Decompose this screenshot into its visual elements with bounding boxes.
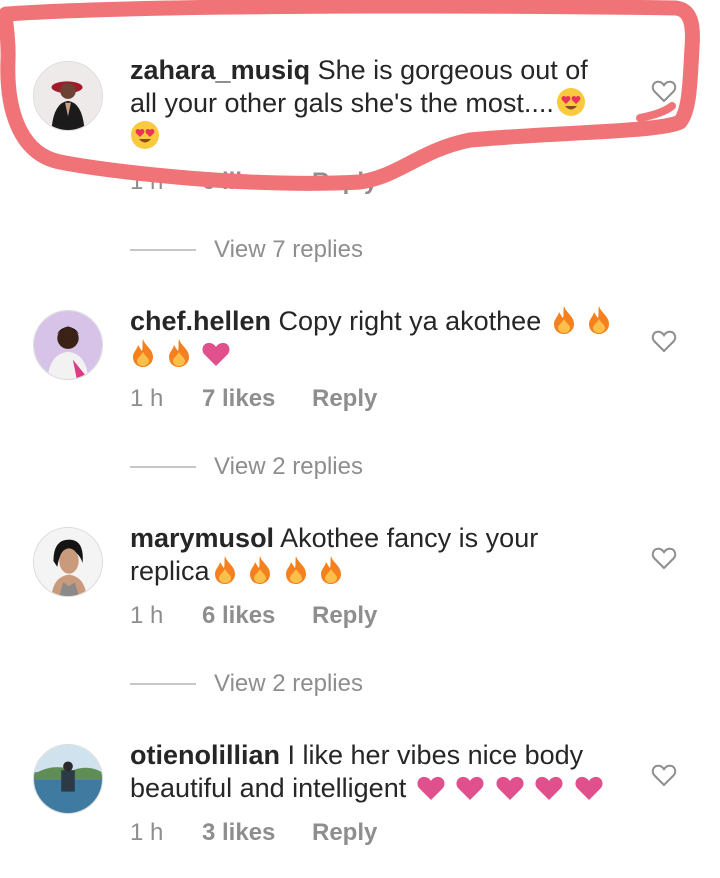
likes-count[interactable]: 6 likes bbox=[202, 602, 312, 630]
comment-time: 1 h bbox=[130, 819, 164, 846]
like-heart-icon[interactable] bbox=[651, 79, 677, 103]
avatar[interactable] bbox=[33, 310, 103, 380]
view-replies-button[interactable]: View 7 replies bbox=[130, 236, 363, 264]
heart-eyes-emoji-icon bbox=[556, 87, 586, 117]
comment-text: chef.hellen Copy right ya akothee bbox=[130, 305, 620, 371]
comment-meta: 1 h 7 likes Reply bbox=[130, 385, 377, 413]
comment-text: marymusol Akothee fancy is your replica bbox=[130, 522, 620, 588]
view-replies-button[interactable]: View 2 replies bbox=[130, 453, 363, 481]
comment-username[interactable]: zahara_musiq bbox=[130, 55, 310, 85]
pink-heart-emoji-icon bbox=[574, 774, 604, 802]
likes-count[interactable]: 6 likes bbox=[202, 168, 312, 196]
pink-heart-emoji-icon bbox=[416, 774, 446, 802]
view-replies-label: View 2 replies bbox=[214, 670, 363, 697]
avatar[interactable] bbox=[33, 744, 103, 814]
comment-time: 1 h bbox=[130, 602, 164, 629]
comment-meta: 1 h 6 likes Reply bbox=[130, 168, 377, 196]
comment-text: otienolillian I like her vibes nice body… bbox=[130, 739, 620, 805]
heart-eyes-emoji-icon bbox=[130, 120, 160, 150]
fire-emoji-icon bbox=[212, 555, 238, 585]
reply-button[interactable]: Reply bbox=[312, 602, 377, 630]
comment-time: 1 h bbox=[130, 385, 164, 412]
reply-button[interactable]: Reply bbox=[312, 819, 377, 847]
like-heart-icon[interactable] bbox=[651, 763, 677, 787]
view-replies-label: View 7 replies bbox=[214, 236, 363, 263]
fire-emoji-icon bbox=[166, 338, 192, 368]
comment-body: Copy right ya akothee bbox=[271, 306, 542, 336]
pink-heart-emoji-icon bbox=[495, 774, 525, 802]
avatar[interactable] bbox=[33, 527, 103, 597]
comment-time: 1 h bbox=[130, 168, 164, 195]
fire-emoji-icon bbox=[586, 305, 612, 335]
likes-count[interactable]: 3 likes bbox=[202, 819, 312, 847]
reply-button[interactable]: Reply bbox=[312, 168, 377, 196]
fire-emoji-icon bbox=[551, 305, 577, 335]
like-heart-icon[interactable] bbox=[651, 329, 677, 353]
fire-emoji-icon bbox=[283, 555, 309, 585]
fire-emoji-icon bbox=[130, 338, 156, 368]
comment-text: zahara_musiq She is gorgeous out of all … bbox=[130, 54, 620, 153]
pink-heart-emoji-icon bbox=[455, 774, 485, 802]
divider-line bbox=[130, 466, 196, 468]
divider-line bbox=[130, 683, 196, 685]
fire-emoji-icon bbox=[318, 555, 344, 585]
like-heart-icon[interactable] bbox=[651, 546, 677, 570]
comment-username[interactable]: chef.hellen bbox=[130, 306, 271, 336]
avatar[interactable] bbox=[33, 61, 103, 131]
fire-emoji-icon bbox=[247, 555, 273, 585]
comment-username[interactable]: marymusol bbox=[130, 523, 274, 553]
comment-username[interactable]: otienolillian bbox=[130, 740, 280, 770]
likes-count[interactable]: 7 likes bbox=[202, 385, 312, 413]
view-replies-label: View 2 replies bbox=[214, 453, 363, 480]
divider-line bbox=[130, 249, 196, 251]
view-replies-button[interactable]: View 2 replies bbox=[130, 670, 363, 698]
comment-meta: 1 h 3 likes Reply bbox=[130, 819, 377, 847]
reply-button[interactable]: Reply bbox=[312, 385, 377, 413]
pink-heart-emoji-icon bbox=[534, 774, 564, 802]
comment-meta: 1 h 6 likes Reply bbox=[130, 602, 377, 630]
pink-heart-emoji-icon bbox=[201, 340, 231, 368]
